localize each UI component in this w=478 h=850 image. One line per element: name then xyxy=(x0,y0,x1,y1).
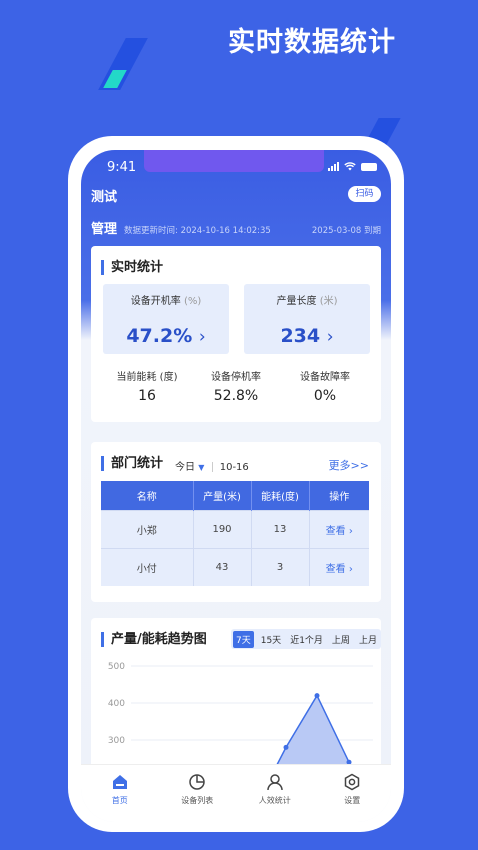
date-value[interactable]: 10-16 xyxy=(220,462,249,473)
data-point xyxy=(314,693,320,699)
range-tab[interactable]: 7天 xyxy=(233,630,254,648)
tab-home[interactable]: 首页 xyxy=(81,765,159,822)
uptime-label-line: 设备开机率 (%) xyxy=(103,292,229,307)
table-header-row: 名称 产量(米) 能耗(度) 操作 xyxy=(101,481,369,510)
view-label: 查看 xyxy=(325,525,346,537)
dept-title: 部门统计 xyxy=(101,456,163,471)
view-label: 查看 xyxy=(325,563,346,575)
col-output: 产量(米) xyxy=(193,481,252,510)
trend-title: 产量/能耗趋势图 xyxy=(101,632,207,647)
bottom-tab-bar: 首页 设备列表 人效统计 设置 xyxy=(81,764,391,822)
status-bar: 9:41 xyxy=(81,150,391,176)
uptime-value: 47.2% xyxy=(126,325,193,347)
y-tick-label: 300 xyxy=(108,736,125,746)
view-button[interactable]: 查看 › xyxy=(309,547,369,586)
pie-chart-icon xyxy=(189,774,205,790)
col-energy: 能耗(度) xyxy=(251,481,310,510)
y-tick-label: 500 xyxy=(108,662,125,672)
chevron-right-icon: › xyxy=(198,327,206,347)
energy-stat: 当前能耗 (度) 16 xyxy=(99,368,195,404)
update-time: 数据更新时间: 2024-10-16 14:02:35 xyxy=(124,226,271,236)
scan-button[interactable]: 扫码 xyxy=(348,186,381,202)
phone-frame: 9:41 测试 扫码 管理 数据更新时间: 2024-10-16 14:02:3… xyxy=(68,136,404,832)
app-name: 测试 xyxy=(91,190,118,205)
battery-icon xyxy=(361,162,377,171)
col-action: 操作 xyxy=(309,481,369,510)
fault-label: 设备故障率 xyxy=(300,372,350,383)
uptime-unit: (%) xyxy=(183,296,202,307)
row-energy: 13 xyxy=(251,509,310,548)
downtime-label: 设备停机率 xyxy=(211,372,261,383)
app-screen: 9:41 测试 扫码 管理 数据更新时间: 2024-10-16 14:02:3… xyxy=(81,150,391,822)
view-button[interactable]: 查看 › xyxy=(309,509,369,548)
tab-efficiency[interactable]: 人效统计 xyxy=(236,765,314,822)
chevron-right-icon: › xyxy=(348,563,353,575)
row-energy: 3 xyxy=(251,547,310,586)
tab-label: 人效统计 xyxy=(258,796,291,805)
person-icon xyxy=(267,774,283,791)
expire-date: 2025-03-08 到期 xyxy=(311,226,381,236)
wifi-icon xyxy=(344,162,356,171)
length-unit: (米) xyxy=(319,296,338,307)
more-link[interactable]: 更多>> xyxy=(329,457,369,473)
tab-label: 设置 xyxy=(344,796,361,805)
uptime-label: 设备开机率 xyxy=(130,296,181,307)
length-label-line: 产量长度 (米) xyxy=(244,292,370,307)
divider xyxy=(211,462,213,472)
length-label: 产量长度 xyxy=(276,296,317,307)
range-tab[interactable]: 15天 xyxy=(259,631,283,648)
settings-icon xyxy=(345,773,360,791)
dept-card: 部门统计 今日 ▼ 10-16 更多>> 名称 产量(米) 能耗(度) 操作 小… xyxy=(91,442,381,602)
chevron-right-icon: › xyxy=(348,525,353,537)
row-name: 小付 xyxy=(101,547,194,586)
uptime-box[interactable]: 设备开机率 (%) 47.2% › xyxy=(103,284,229,354)
downtime-value: 52.8% xyxy=(213,388,259,404)
data-point xyxy=(283,744,289,750)
tab-device-list[interactable]: 设备列表 xyxy=(159,765,237,822)
tab-label: 首页 xyxy=(111,796,128,805)
realtime-card: 实时统计 设备开机率 (%) 47.2% › 产量长度 (米) 234 › 当前… xyxy=(91,246,381,422)
realtime-title: 实时统计 xyxy=(101,260,163,275)
row-name: 小郑 xyxy=(101,509,194,548)
signal-icon xyxy=(328,162,339,171)
length-value-line: 234 › xyxy=(244,325,370,347)
table-row: 小郑 190 13 查看 › xyxy=(101,509,369,548)
date-selector[interactable]: 今日 ▼ 10-16 xyxy=(175,458,249,473)
range-tab[interactable]: 上月 xyxy=(357,631,379,648)
length-value: 234 xyxy=(280,325,321,347)
length-box[interactable]: 产量长度 (米) 234 › xyxy=(244,284,370,354)
row-output: 43 xyxy=(193,547,252,586)
status-icons xyxy=(328,162,377,171)
y-tick-label: 400 xyxy=(108,699,125,709)
energy-label: 当前能耗 (度) xyxy=(116,372,178,383)
home-icon xyxy=(112,775,127,789)
org-name: 管理 xyxy=(91,222,118,237)
row-output: 190 xyxy=(193,509,252,548)
caret-down-icon: ▼ xyxy=(198,463,205,472)
period-select[interactable]: 今日 xyxy=(175,462,195,473)
fault-value: 0% xyxy=(313,388,337,404)
range-tab[interactable]: 上周 xyxy=(330,631,352,648)
promo-headline: 实时数据统计 xyxy=(228,27,396,58)
range-tab[interactable]: 近1个月 xyxy=(288,631,325,648)
status-time: 9:41 xyxy=(107,160,137,175)
col-name: 名称 xyxy=(101,481,194,510)
fault-stat: 设备故障率 0% xyxy=(277,368,373,404)
table-row: 小付 43 3 查看 › xyxy=(101,547,369,586)
chevron-right-icon: › xyxy=(326,327,334,347)
tab-label: 设备列表 xyxy=(181,796,214,805)
downtime-stat: 设备停机率 52.8% xyxy=(188,368,284,404)
range-tabs: 7天 15天 近1个月 上周 上月 xyxy=(231,629,381,649)
energy-value: 16 xyxy=(138,388,156,404)
dept-table: 名称 产量(米) 能耗(度) 操作 小郑 190 13 查看 › 小付 43 3… xyxy=(101,481,369,586)
tab-settings[interactable]: 设置 xyxy=(314,765,392,822)
uptime-value-line: 47.2% › xyxy=(103,325,229,347)
